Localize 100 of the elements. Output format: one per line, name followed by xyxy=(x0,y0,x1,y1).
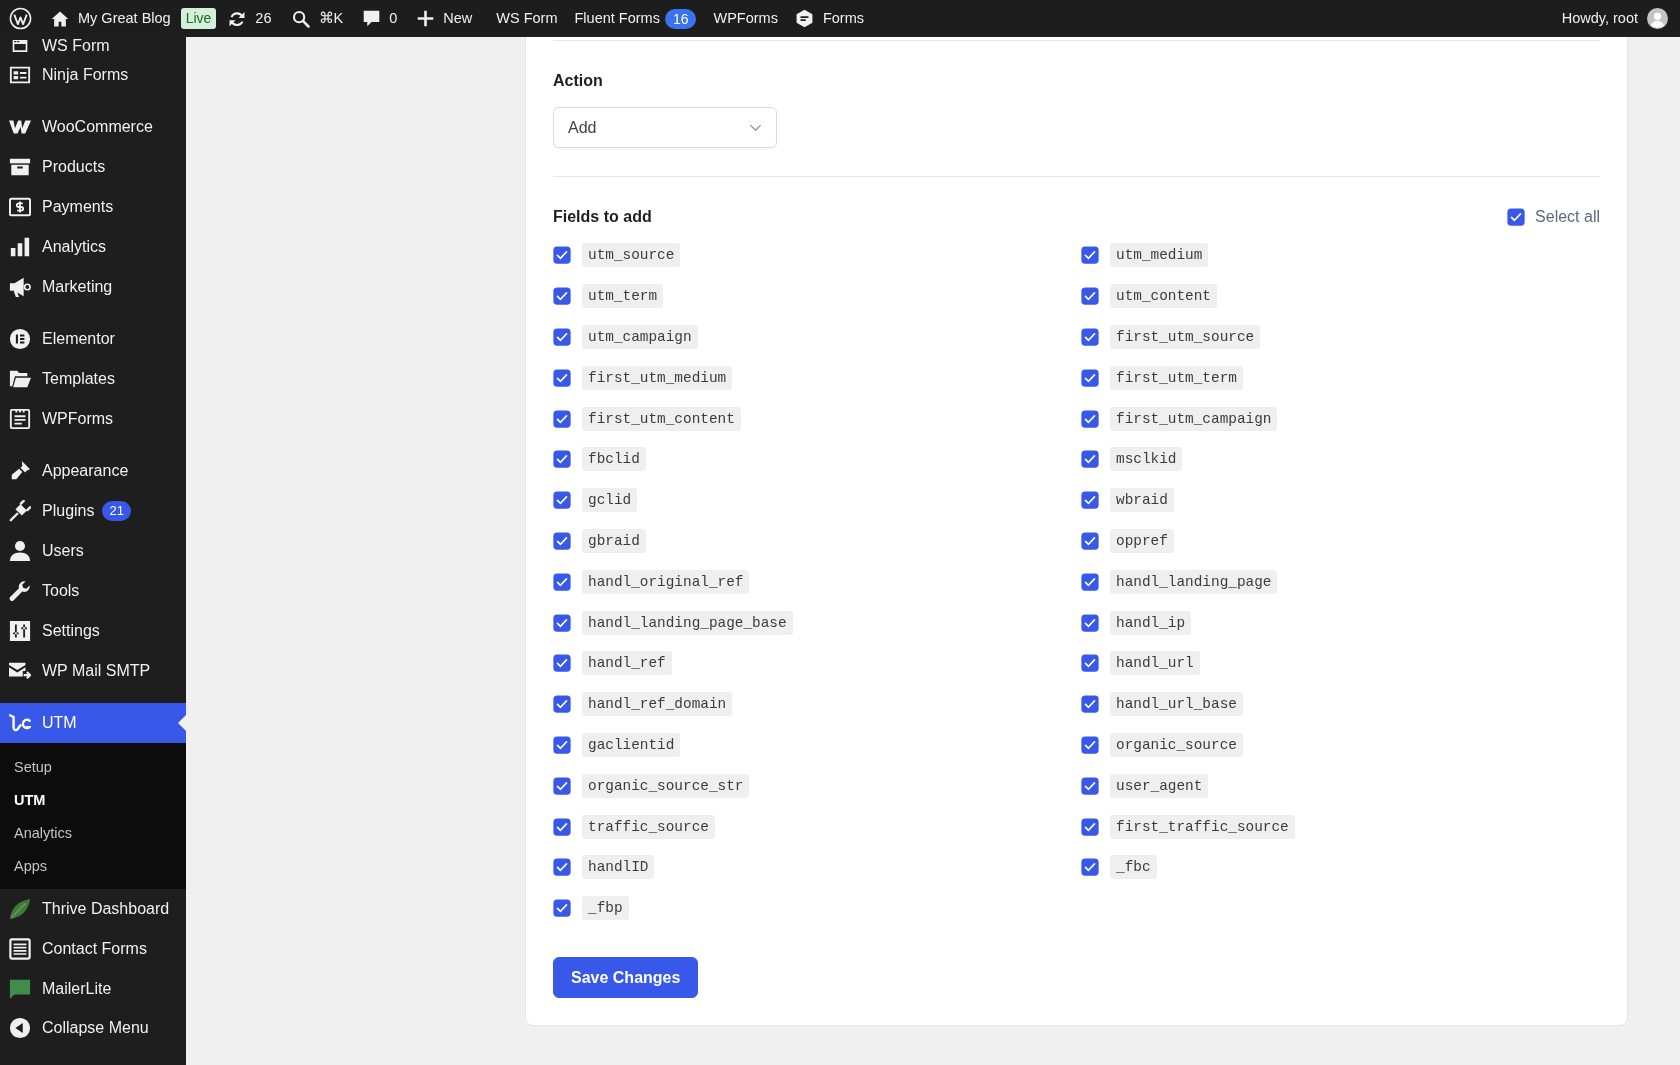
comments-link[interactable]: 0 xyxy=(363,10,398,27)
field-name: handl_landing_page_base xyxy=(582,610,793,635)
field-name: utm_source xyxy=(582,243,681,268)
field-name: organic_source_str xyxy=(582,773,750,798)
field-name: utm_content xyxy=(1110,284,1217,309)
save-button[interactable]: Save Changes xyxy=(553,956,699,998)
checkbox[interactable] xyxy=(553,328,571,346)
refresh-icon xyxy=(228,9,247,28)
collapse-menu-button[interactable]: Collapse Menu xyxy=(0,1009,155,1046)
submenu-item[interactable]: Analytics xyxy=(0,817,186,850)
updates-link[interactable]: 26 xyxy=(228,9,272,28)
checkbox[interactable] xyxy=(553,695,571,714)
sidebar-item[interactable]: Thrive Dashboard xyxy=(0,889,186,929)
sidebar-item[interactable]: Users xyxy=(0,531,186,571)
checkbox[interactable] xyxy=(553,654,571,673)
new-link[interactable]: New xyxy=(417,10,473,27)
checkbox[interactable] xyxy=(553,491,571,510)
checkbox[interactable] xyxy=(1081,491,1099,510)
field-name: first_utm_campaign xyxy=(1110,406,1278,431)
checkbox[interactable] xyxy=(553,287,571,306)
menu-link[interactable]: Fluent Forms 16 xyxy=(574,8,697,29)
checkbox[interactable] xyxy=(553,531,571,550)
checkbox[interactable] xyxy=(1081,817,1099,836)
checkbox[interactable] xyxy=(1507,208,1526,226)
account-link[interactable]: Howdy, root xyxy=(1561,8,1668,29)
field-name: handl_landing_page xyxy=(1110,569,1278,594)
sidebar-item[interactable]: Marketing xyxy=(0,267,186,307)
brush-icon xyxy=(9,460,31,482)
sidebar-item[interactable]: WP Mail SMTP xyxy=(0,651,186,691)
field-name: organic_source xyxy=(1110,732,1243,757)
sidebar-item[interactable]: Payments xyxy=(0,187,186,227)
sidebar-item[interactable]: Analytics xyxy=(0,227,186,267)
menu-link[interactable]: WPForms xyxy=(713,11,778,26)
checkbox[interactable] xyxy=(1081,246,1099,265)
speech-bubble-icon xyxy=(9,978,31,1000)
submenu-item[interactable]: Apps xyxy=(0,850,186,883)
field-name: gbraid xyxy=(582,528,646,553)
action-select[interactable]: Add xyxy=(553,107,777,148)
field-name: handl_url xyxy=(1110,651,1200,676)
sidebar-item[interactable]: Products xyxy=(0,147,186,187)
field-name: handl_url_base xyxy=(1110,692,1243,717)
checkbox[interactable] xyxy=(1081,776,1099,795)
logo-icon xyxy=(794,9,814,28)
wrench-icon xyxy=(9,580,31,602)
plug-icon xyxy=(9,500,31,522)
sidebar-item[interactable]: Plugins 21 xyxy=(0,491,186,531)
sidebar-item[interactable]: Settings xyxy=(0,611,186,651)
sidebar-item[interactable]: Templates xyxy=(0,359,186,399)
checkbox[interactable] xyxy=(553,735,571,754)
checkbox[interactable] xyxy=(553,409,571,428)
checkbox[interactable] xyxy=(1081,450,1099,469)
sidebar-item[interactable]: Appearance xyxy=(0,451,186,491)
field-name: handl_ref_domain xyxy=(582,692,733,717)
checkbox[interactable] xyxy=(553,817,571,836)
checkbox[interactable] xyxy=(553,246,571,265)
checkbox[interactable] xyxy=(1081,328,1099,346)
checkbox[interactable] xyxy=(1081,695,1099,714)
checkbox[interactable] xyxy=(1081,654,1099,673)
search-link[interactable]: ⌘K xyxy=(291,9,344,28)
checkbox[interactable] xyxy=(1081,858,1099,877)
count-badge: 21 xyxy=(102,501,131,521)
checkbox[interactable] xyxy=(1081,287,1099,306)
sidebar-item[interactable]: WS Form xyxy=(0,37,186,55)
checkbox[interactable] xyxy=(553,858,571,877)
leaf-icon xyxy=(9,898,31,920)
sidebar-item[interactable]: Contact Forms xyxy=(0,929,186,969)
checkbox[interactable] xyxy=(1081,735,1099,754)
submenu-item[interactable]: Setup xyxy=(0,751,186,784)
field-name: msclkid xyxy=(1110,447,1183,472)
checkbox[interactable] xyxy=(553,572,571,591)
checkbox[interactable] xyxy=(1081,531,1099,550)
sidebar-item[interactable]: Elementor xyxy=(0,319,186,359)
sidebar-item[interactable]: WPForms xyxy=(0,399,186,439)
checkbox[interactable] xyxy=(553,450,571,469)
form-icon xyxy=(9,408,31,430)
checkbox[interactable] xyxy=(553,776,571,795)
checkbox[interactable] xyxy=(553,899,571,918)
checkbox[interactable] xyxy=(553,613,571,632)
field-name: first_utm_medium xyxy=(582,365,733,390)
checkbox[interactable] xyxy=(1081,368,1099,387)
checkbox[interactable] xyxy=(1081,409,1099,428)
checkbox[interactable] xyxy=(1081,572,1099,591)
sidebar-item[interactable]: Ninja Forms xyxy=(0,55,186,95)
circle-logo-icon xyxy=(9,328,31,350)
sidebar-item[interactable]: UTM xyxy=(0,703,186,743)
field-name: first_utm_term xyxy=(1110,365,1243,390)
select-all-label[interactable]: Select all xyxy=(1535,205,1600,229)
logo-icon[interactable] xyxy=(9,7,32,30)
sidebar-item[interactable]: Tools xyxy=(0,571,186,611)
checkbox[interactable] xyxy=(553,368,571,387)
sidebar-item[interactable]: MailerLite xyxy=(0,969,186,1009)
site-link[interactable]: My Great Blog xyxy=(51,9,171,28)
menu-link[interactable]: Forms xyxy=(794,9,864,28)
submenu-item[interactable]: UTM xyxy=(0,784,186,817)
field-name: wbraid xyxy=(1110,488,1174,513)
dollar-icon xyxy=(9,196,31,218)
menu-link[interactable]: WS Form xyxy=(496,11,558,26)
checkbox[interactable] xyxy=(1081,613,1099,632)
sidebar-item[interactable]: WooCommerce xyxy=(0,107,186,147)
field-name: fbclid xyxy=(582,447,646,472)
